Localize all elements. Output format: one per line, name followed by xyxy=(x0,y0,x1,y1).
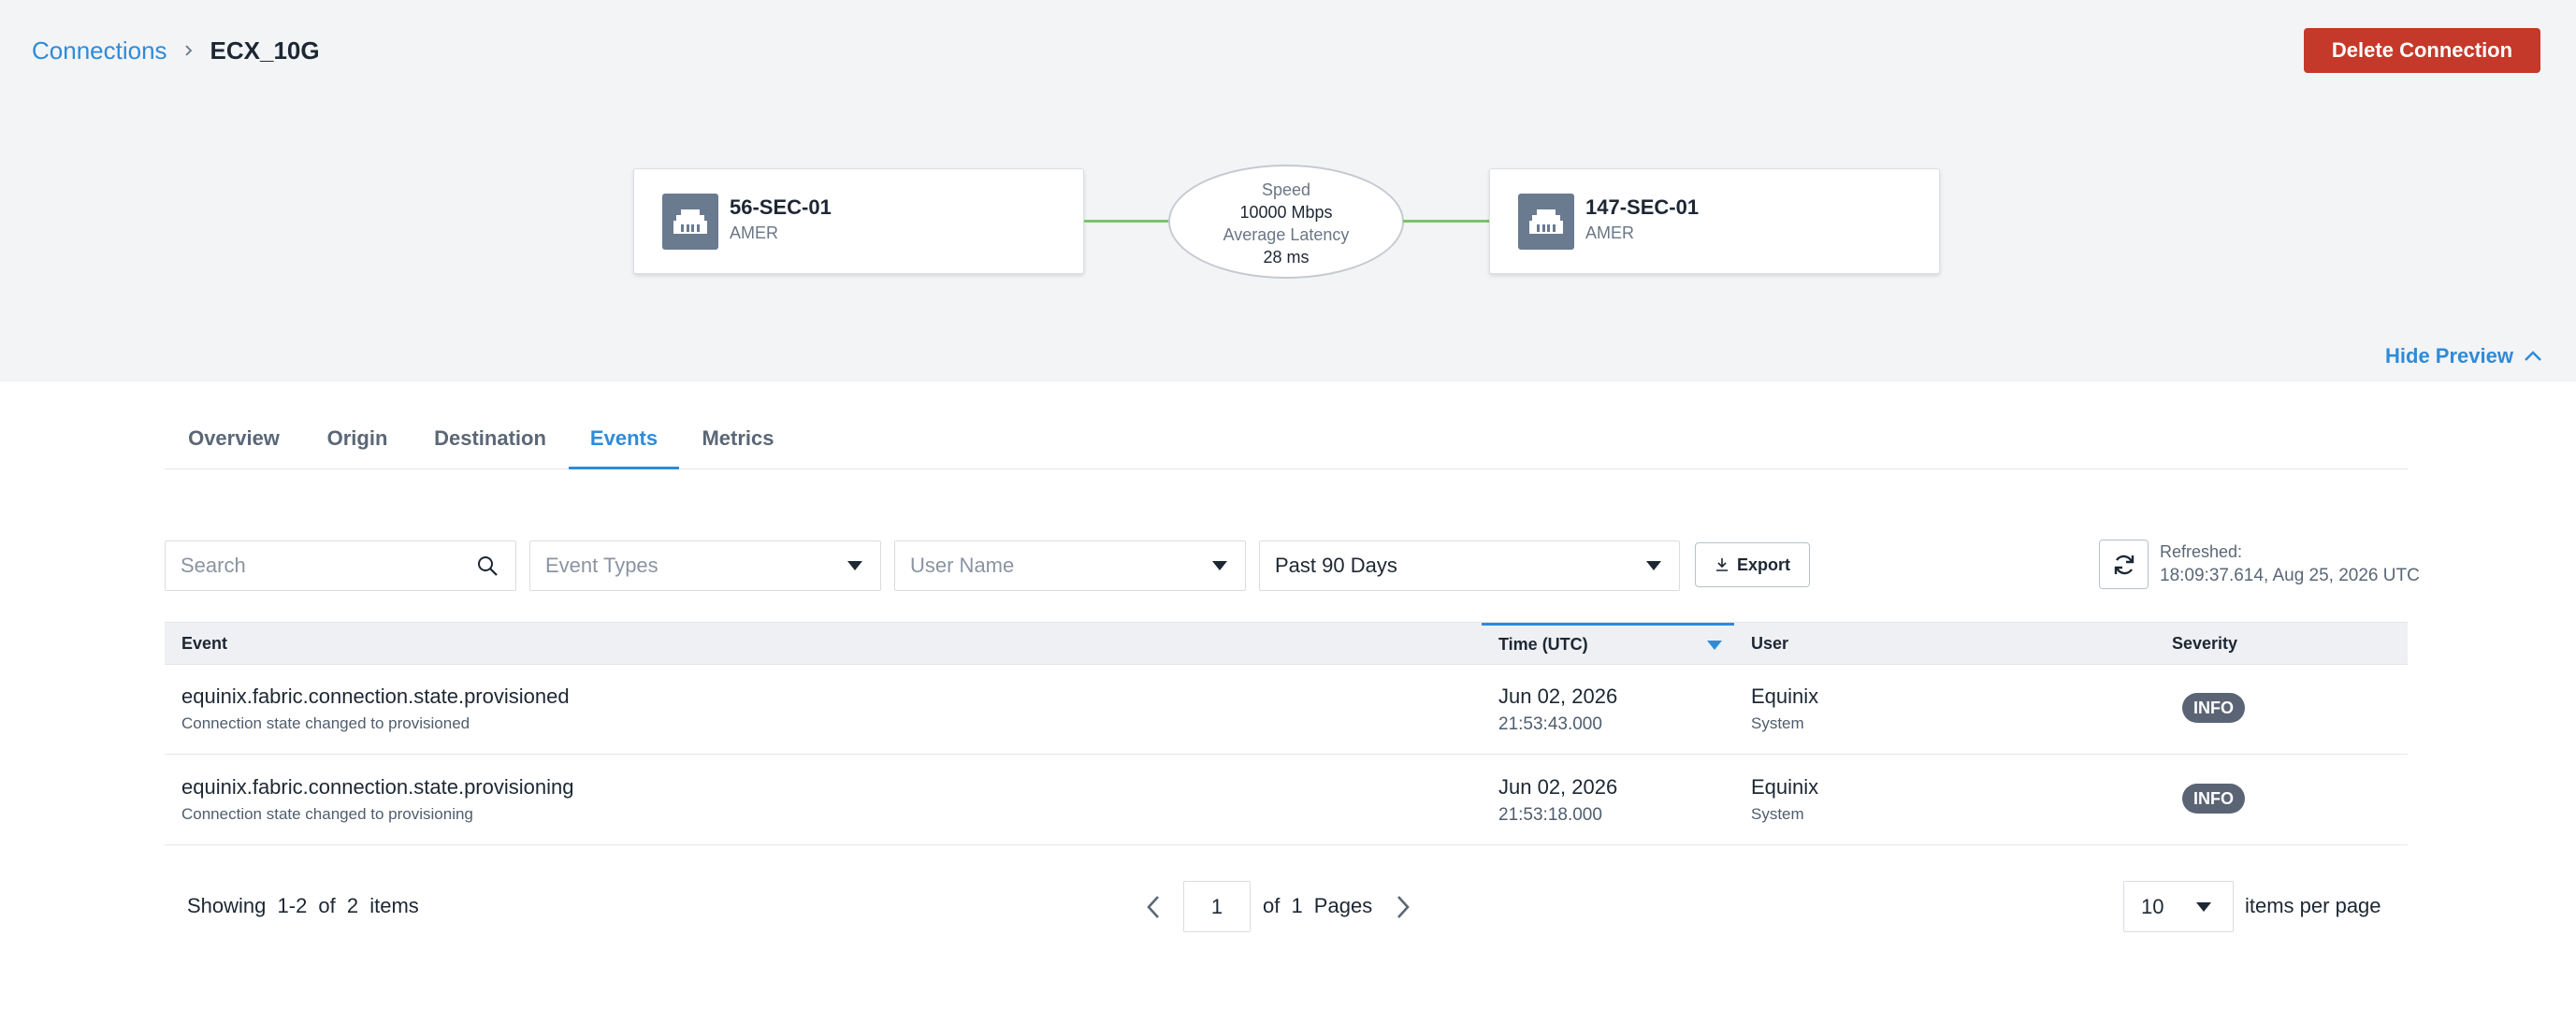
search-placeholder: Search xyxy=(181,554,246,577)
chevron-right-icon xyxy=(1397,896,1410,918)
severity-badge: INFO xyxy=(2182,693,2245,723)
chevron-left-icon xyxy=(1147,896,1159,918)
previous-page-button[interactable] xyxy=(1139,890,1167,924)
search-icon[interactable] xyxy=(476,555,499,577)
severity-badge: INFO xyxy=(2182,784,2245,814)
origin-port-region: AMER xyxy=(730,223,779,242)
speed-latency-oval: Speed 10000 Mbps Average Latency 28 ms xyxy=(1168,165,1404,279)
caret-down-icon xyxy=(2195,901,2212,913)
tab-events[interactable]: Events xyxy=(569,415,679,469)
total-pages-text: of 1 Pages xyxy=(1263,894,1373,917)
origin-port-name: 56-SEC-01 xyxy=(730,195,832,219)
column-header-severity[interactable]: Severity xyxy=(2172,623,2237,664)
event-description: Connection state changed to provisioned xyxy=(181,714,470,732)
delete-connection-button[interactable]: Delete Connection xyxy=(2304,28,2540,73)
destination-port-name: 147-SEC-01 xyxy=(1585,195,1700,219)
events-table-header: Event Time (UTC) User Severity xyxy=(165,622,2408,665)
column-header-event[interactable]: Event xyxy=(181,623,227,664)
connection-line-left xyxy=(1084,220,1169,223)
latency-value: 28 ms xyxy=(1263,248,1310,267)
breadcrumb-current: ECX_10G xyxy=(210,36,320,65)
chevron-up-icon xyxy=(2525,351,2541,361)
column-header-user[interactable]: User xyxy=(1751,623,1788,664)
event-user: Equinix xyxy=(1751,684,1819,708)
search-input[interactable]: Search xyxy=(165,540,516,591)
export-button[interactable]: Export xyxy=(1695,542,1810,587)
destination-port-region: AMER xyxy=(1585,223,1635,242)
items-per-page-select[interactable]: 10 xyxy=(2123,881,2234,932)
column-header-time[interactable]: Time (UTC) xyxy=(1482,623,1734,664)
connection-line-right xyxy=(1403,220,1489,223)
date-range-value: Past 90 Days xyxy=(1275,554,1397,577)
table-row[interactable]: equinix.fabric.connection.state.provisio… xyxy=(165,756,2408,845)
connection-preview: Connections ECX_10G Delete Connection 56… xyxy=(0,0,2576,382)
refresh-icon xyxy=(2114,555,2134,574)
caret-down-icon xyxy=(1645,560,1662,571)
user-name-select[interactable]: User Name xyxy=(894,540,1246,591)
sort-desc-icon xyxy=(1707,640,1722,650)
caret-down-icon xyxy=(847,560,863,571)
event-description: Connection state changed to provisioning xyxy=(181,805,473,823)
event-user-type: System xyxy=(1751,714,1804,732)
column-header-time-label: Time (UTC) xyxy=(1498,635,1588,654)
refresh-button[interactable] xyxy=(2099,540,2149,589)
chevron-right-icon xyxy=(175,36,203,65)
table-row[interactable]: equinix.fabric.connection.state.provisio… xyxy=(165,665,2408,755)
event-time: 21:53:18.000 xyxy=(1498,805,1602,825)
download-icon xyxy=(1715,558,1728,571)
page-number-input[interactable] xyxy=(1183,881,1251,932)
event-types-placeholder: Event Types xyxy=(545,554,658,577)
event-name: equinix.fabric.connection.state.provisio… xyxy=(181,684,570,708)
event-user-type: System xyxy=(1751,805,1804,823)
event-name: equinix.fabric.connection.state.provisio… xyxy=(181,775,574,799)
speed-label: Speed xyxy=(1261,180,1311,199)
hide-preview-label: Hide Preview xyxy=(2385,344,2513,367)
speed-value: 10000 Mbps xyxy=(1239,203,1333,222)
event-types-select[interactable]: Event Types xyxy=(529,540,881,591)
refreshed-label: Refreshed: xyxy=(2160,542,2243,561)
event-date: Jun 02, 2026 xyxy=(1498,775,1618,799)
event-time: 21:53:43.000 xyxy=(1498,714,1602,734)
origin-port-card[interactable]: 56-SEC-01 AMER xyxy=(633,168,1084,274)
event-date: Jun 02, 2026 xyxy=(1498,684,1618,708)
user-name-placeholder: User Name xyxy=(910,554,1015,577)
tab-overview[interactable]: Overview xyxy=(165,415,303,469)
latency-label: Average Latency xyxy=(1223,225,1350,244)
breadcrumb: Connections ECX_10G xyxy=(32,34,320,67)
tab-destination[interactable]: Destination xyxy=(412,415,569,469)
next-page-button[interactable] xyxy=(1389,890,1417,924)
date-range-select[interactable]: Past 90 Days xyxy=(1259,540,1680,591)
breadcrumb-connections-link[interactable]: Connections xyxy=(32,36,167,65)
showing-items-text: Showing 1-2 of 2 items xyxy=(187,894,419,917)
refreshed-timestamp: 18:09:37.614, Aug 25, 2026 UTC xyxy=(2160,566,2420,585)
items-per-page-label: items per page xyxy=(2245,894,2381,917)
hide-preview-toggle[interactable]: Hide Preview xyxy=(2385,344,2543,368)
tab-metrics[interactable]: Metrics xyxy=(679,415,797,469)
detail-tabs: Overview Origin Destination Events Metri… xyxy=(165,415,2408,469)
tab-origin[interactable]: Origin xyxy=(303,415,412,469)
caret-down-icon xyxy=(1211,560,1228,571)
event-user: Equinix xyxy=(1751,775,1819,799)
destination-port-card[interactable]: 147-SEC-01 AMER xyxy=(1489,168,1940,274)
export-label: Export xyxy=(1736,555,1790,574)
port-icon xyxy=(662,194,718,250)
items-per-page-value: 10 xyxy=(2141,894,2164,918)
port-icon xyxy=(1518,194,1574,250)
